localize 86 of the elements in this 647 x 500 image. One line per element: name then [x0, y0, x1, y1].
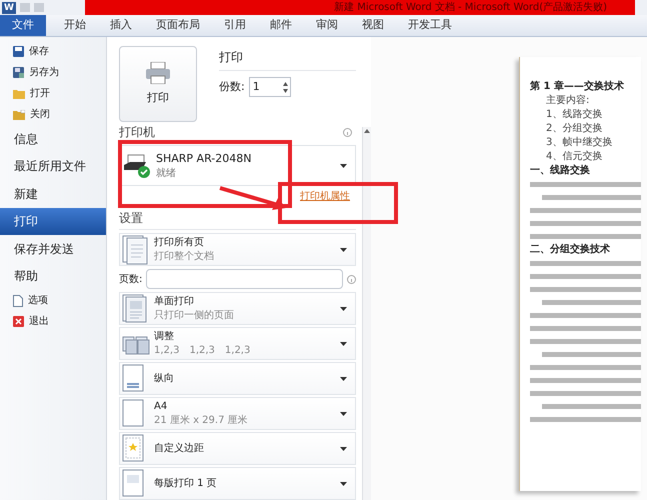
dropdown-caret-icon [340, 164, 347, 168]
document-text: 2、分组交换 [545, 123, 604, 135]
menu-page-item[interactable]: 打印 [0, 208, 106, 235]
folder-icon [13, 88, 25, 98]
document-text: 1、线路交换 [545, 109, 604, 121]
settings-dropdown[interactable]: 单面打印 只打印一侧的页面 [119, 292, 356, 325]
document-stack-icon [122, 234, 150, 264]
dropdown-caret-icon [340, 446, 347, 450]
settings-dropdown[interactable]: 自定义边距 [119, 432, 356, 465]
setting-title: 调整 [154, 330, 175, 344]
copies-label: 份数: [219, 78, 245, 95]
menu-page-item[interactable]: 信息 [0, 125, 106, 152]
ribbon-tab[interactable]: 开始 [52, 15, 98, 36]
menu-command[interactable]: 保存 [0, 41, 106, 62]
settings-dropdown[interactable]: 纵向 [119, 362, 356, 395]
printer-icon [145, 62, 171, 84]
printer-status: 就绪 [156, 166, 177, 180]
quick-access-icon[interactable] [20, 3, 30, 12]
menu-command[interactable]: 关闭 [0, 104, 106, 125]
dropdown-caret-icon [340, 248, 347, 252]
menu-page-item[interactable]: 保存并发送 [0, 235, 106, 262]
printer-dropdown[interactable]: SHARP AR-2048N 就绪 [119, 145, 356, 186]
document-text: 3、帧中继交换 [545, 137, 614, 149]
dropdown-caret-icon [340, 306, 347, 310]
setting-title: 单面打印 [154, 294, 195, 308]
setting-subtitle: 只打印一侧的页面 [154, 308, 235, 322]
info-icon [347, 274, 356, 284]
document-text: 4、信元交换 [545, 151, 604, 163]
scroll-up-icon[interactable] [364, 129, 370, 133]
menu-page-item[interactable]: 最近所用文件 [0, 152, 106, 180]
ribbon-tab[interactable]: 邮件 [258, 15, 304, 36]
arrow [218, 186, 288, 212]
printer-properties-link[interactable]: 打印机属性 [300, 189, 350, 204]
settings-dropdown[interactable]: 打印所有页 打印整个文档 [119, 233, 356, 266]
section-heading: 设置 [119, 209, 356, 230]
settings-dropdown[interactable]: 调整 1,2,3 1,2,3 1,2,3 [119, 327, 356, 360]
close-icon [13, 316, 24, 327]
setting-title: 每版打印 1 页 [154, 476, 218, 490]
ribbon-tab[interactable]: 引用 [212, 15, 258, 36]
setting-title: A4 [154, 400, 168, 414]
copies-spinner[interactable]: 1 [248, 77, 291, 97]
setting-subtitle: 打印整个文档 [154, 250, 215, 264]
printer-ready-icon [124, 152, 152, 178]
ribbon-tab[interactable]: 开发工具 [396, 15, 464, 36]
dropdown-caret-icon [340, 482, 347, 486]
dropdown-caret-icon [340, 376, 347, 380]
ribbon-tab[interactable]: 文件 [0, 15, 46, 36]
section-heading: 打印 [219, 48, 356, 71]
document-icon [13, 294, 23, 306]
menu-command[interactable]: 打开 [0, 83, 106, 104]
dropdown-caret-icon [340, 412, 347, 416]
document-text: 主要内容: [545, 95, 590, 107]
setting-subtitle: 1,2,3 [189, 344, 215, 358]
printer-name: SHARP AR-2048N [156, 150, 252, 166]
setting-title: 纵向 [154, 372, 175, 386]
settings-dropdown[interactable]: 每版打印 1 页 [119, 467, 356, 500]
section-heading: 打印机 [119, 124, 155, 141]
menu-command[interactable]: 选项 [0, 290, 106, 311]
setting-subtitle: 1,2,3 [154, 344, 180, 358]
ribbon-tab[interactable]: 审阅 [304, 15, 350, 36]
scrollbar[interactable] [362, 127, 371, 500]
quick-access-icon[interactable] [34, 3, 44, 12]
settings-dropdown[interactable]: A4 21 厘米 x 29.7 厘米 [119, 397, 356, 430]
document-heading: 第 1 章——交换技术 [530, 81, 625, 93]
pages-input-field[interactable] [146, 269, 343, 289]
setting-title: 自定义边距 [154, 442, 205, 456]
setting-title: 打印所有页 [154, 236, 205, 250]
menu-command[interactable]: 退出 [0, 311, 106, 332]
document-heading: 二、分组交换技术 [530, 244, 611, 256]
menu-command[interactable]: 另存为 [0, 62, 106, 83]
ribbon-tab[interactable]: 视图 [350, 15, 396, 36]
print-button[interactable]: 打印 [119, 46, 197, 122]
menu-page-item[interactable]: 帮助 [0, 262, 106, 290]
dropdown-caret-icon [340, 342, 347, 346]
menu-page-item[interactable]: 新建 [0, 180, 106, 208]
document-heading: 一、线路交换 [530, 165, 591, 177]
app-logo: W [2, 2, 16, 14]
spinner-arrows-icon [282, 82, 288, 92]
ribbon-tab[interactable]: 页面布局 [144, 15, 212, 36]
ribbon-tab[interactable]: 插入 [98, 15, 144, 36]
info-icon [343, 128, 352, 136]
folder-icon [13, 110, 25, 120]
setting-subtitle: 1,2,3 [224, 344, 250, 358]
window-title-bar: 新建 Microsoft Word 文档 - Microsoft Word(产品激活失败) [85, 0, 635, 15]
pages-label: 页数: [119, 272, 142, 286]
setting-subtitle: 21 厘米 x 29.7 厘米 [154, 414, 249, 428]
